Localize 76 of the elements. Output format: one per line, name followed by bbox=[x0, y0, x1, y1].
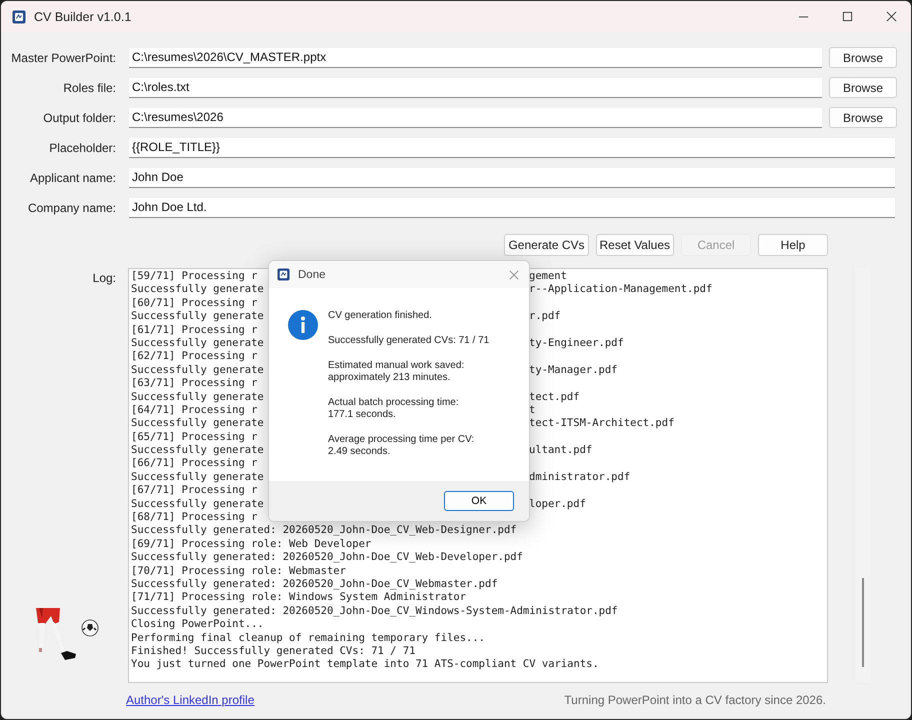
log-line: Successfully generate bbox=[131, 390, 264, 404]
dialog-message: Successfully generated CVs: 71 / 71 bbox=[328, 335, 490, 347]
log-line: tect-ITSM-Architect.pdf bbox=[529, 417, 674, 431]
log-line: [66/71] Processing r bbox=[131, 457, 258, 471]
field-label: Placeholder: bbox=[48, 140, 116, 154]
log-label: Log: bbox=[92, 271, 116, 285]
log-line: ty-Manager.pdf bbox=[529, 364, 618, 378]
log-line: [64/71] Processing r bbox=[131, 404, 258, 418]
app-icon bbox=[12, 10, 26, 24]
log-line: Successfully generate bbox=[131, 310, 264, 324]
log-line: [69/71] Processing role: Web Developer bbox=[131, 538, 372, 550]
log-line: [61/71] Processing r bbox=[131, 324, 258, 337]
input-field[interactable]: C:\resumes\2026\CV_MASTER.pptx bbox=[129, 48, 822, 68]
input-field[interactable]: C:\roles.txt bbox=[129, 78, 822, 98]
log-line: Closing PowerPoint... bbox=[131, 618, 264, 630]
info-icon bbox=[288, 310, 318, 340]
log-line: Finished! Successfully generated CVs: 71 / 71 bbox=[131, 644, 416, 657]
log-line: [62/71] Processing r bbox=[131, 350, 258, 364]
field-label: Roles file: bbox=[62, 80, 116, 94]
log-line: [70/71] Processing role: Webmaster bbox=[131, 564, 346, 577]
profile-link[interactable]: Author's LinkedIn profile bbox=[126, 693, 254, 707]
log-line: dministrator.pdf bbox=[529, 470, 630, 484]
input-field[interactable]: John Doe Ltd. bbox=[129, 198, 895, 218]
log-line: loper.pdf bbox=[529, 498, 586, 512]
field-label: Output folder: bbox=[42, 110, 116, 124]
browse-button[interactable]: Browse bbox=[829, 77, 897, 98]
log-line: t bbox=[529, 404, 536, 418]
browse-button[interactable]: Browse bbox=[829, 47, 897, 68]
log-line: [65/71] Processing r bbox=[131, 430, 258, 444]
window-title: CV Builder v1.0.1 bbox=[34, 10, 132, 24]
log-line: r.pdf bbox=[529, 310, 561, 324]
log-line: Successfully generated: 20260520_John-Doe_CV_Web-Designer.pdf bbox=[131, 524, 517, 536]
input-field[interactable]: C:\resumes\2026 bbox=[129, 108, 822, 128]
log-line: [71/71] Processing role: Windows System Administrator bbox=[131, 591, 466, 604]
browse-button[interactable]: Browse bbox=[829, 107, 897, 128]
log-line: [63/71] Processing r bbox=[131, 377, 258, 391]
input-field[interactable]: John Doe bbox=[129, 168, 895, 188]
log-line: gement bbox=[529, 270, 567, 284]
field-label: Master PowerPoint: bbox=[10, 50, 116, 64]
tagline: Turning PowerPoint into a CV factory since 2026. bbox=[564, 693, 826, 707]
log-line: Successfully generated: 20260520_John-Doe_CV_Windows-System-Administrator.pdf bbox=[131, 604, 618, 617]
log-line: Successfully generate bbox=[131, 444, 264, 458]
log-line: tect.pdf bbox=[529, 390, 580, 404]
action-button[interactable]: Reset Values bbox=[596, 234, 674, 256]
log-line: Successfully generate bbox=[131, 364, 264, 378]
log-line: Successfully generated: 20260520_John-Doe_CV_Webmaster.pdf bbox=[131, 578, 498, 590]
action-button[interactable]: Help bbox=[758, 234, 828, 256]
dialog-message: Average processing time per CV: 2.49 seconds. bbox=[328, 434, 476, 458]
log-line: Successfully generate bbox=[131, 336, 264, 350]
log-line: Successfully generated: 20260520_John-Doe_CV_Web-Developer.pdf bbox=[131, 551, 523, 564]
field-label: Applicant name: bbox=[28, 170, 116, 184]
log-line: ty-Engineer.pdf bbox=[529, 336, 624, 350]
dialog-message: Estimated manual work saved: approximately 213 minutes. bbox=[328, 360, 466, 384]
log-line: [67/71] Processing r bbox=[131, 484, 258, 498]
dialog-message: CV generation finished. bbox=[328, 310, 433, 322]
dialog-message: Actual batch processing time: 177.1 seconds. bbox=[328, 397, 460, 421]
log-line: Successfully generate bbox=[131, 283, 264, 297]
log-line: Successfully generate bbox=[131, 470, 264, 484]
dialog-title: Done bbox=[298, 268, 326, 280]
log-line: Successfully generate bbox=[131, 417, 264, 431]
log-line: [59/71] Processing r bbox=[131, 270, 258, 284]
log-line: [68/71] Processing r bbox=[131, 511, 258, 524]
log-line: Performing final cleanup of remaining temporary files... bbox=[131, 632, 486, 644]
input-field[interactable]: {{ROLE_TITLE}} bbox=[129, 138, 895, 158]
app-icon bbox=[277, 268, 290, 281]
field-label: Company name: bbox=[26, 200, 116, 214]
log-line: r--Application-Management.pdf bbox=[529, 283, 712, 297]
log-line: You just turned one PowerPoint template into 71 ATS-compliant CV variants. bbox=[131, 658, 599, 670]
scrollbar-thumb[interactable] bbox=[862, 578, 864, 667]
log-line: [60/71] Processing r bbox=[131, 296, 258, 310]
log-line: ultant.pdf bbox=[529, 444, 592, 458]
close-icon[interactable] bbox=[886, 11, 897, 22]
ok-button[interactable]: OK bbox=[444, 491, 514, 511]
log-line: Successfully generate bbox=[131, 498, 264, 512]
action-button[interactable]: Generate CVs bbox=[504, 234, 589, 256]
maximize-icon[interactable] bbox=[842, 11, 853, 22]
